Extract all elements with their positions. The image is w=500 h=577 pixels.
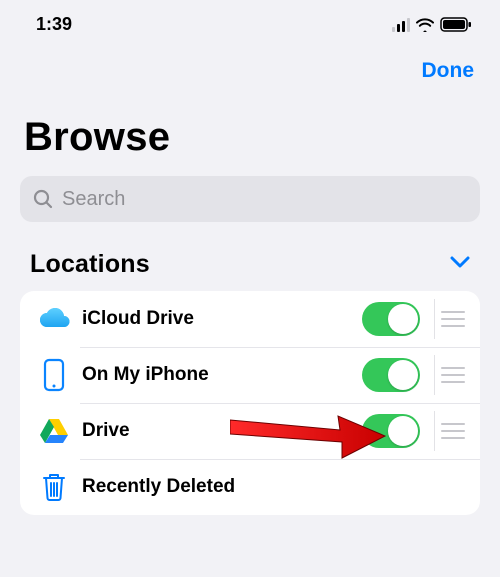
trash-icon	[32, 467, 76, 507]
location-row-recently-deleted[interactable]: Recently Deleted	[20, 459, 480, 515]
cellular-icon	[392, 18, 410, 32]
status-time: 1:39	[36, 14, 72, 35]
search-wrapper: Search	[0, 176, 500, 222]
toggle-drive[interactable]	[362, 414, 420, 448]
locations-list: iCloud Drive On My iPhone Drive	[20, 291, 480, 515]
cloud-icon	[32, 299, 76, 339]
toggle-icloud[interactable]	[362, 302, 420, 336]
nav-bar: Done	[0, 39, 500, 91]
google-drive-icon	[32, 411, 76, 451]
reorder-handle[interactable]	[434, 411, 470, 451]
search-input[interactable]: Search	[20, 176, 480, 222]
location-row-drive: Drive	[20, 403, 480, 459]
search-icon	[32, 188, 54, 210]
search-placeholder: Search	[62, 188, 125, 211]
row-label: Drive	[82, 420, 362, 442]
chevron-down-icon	[450, 255, 470, 274]
status-icons	[392, 17, 472, 33]
row-label: Recently Deleted	[82, 476, 470, 498]
done-button[interactable]: Done	[422, 59, 475, 83]
row-label: On My iPhone	[82, 364, 362, 386]
row-label: iCloud Drive	[82, 308, 362, 330]
iphone-icon	[32, 355, 76, 395]
reorder-handle[interactable]	[434, 355, 470, 395]
section-header[interactable]: Locations	[0, 222, 500, 291]
page-title: Browse	[0, 91, 500, 172]
wifi-icon	[416, 18, 434, 32]
toggle-on-my-iphone[interactable]	[362, 358, 420, 392]
section-title: Locations	[30, 250, 150, 279]
reorder-handle[interactable]	[434, 299, 470, 339]
battery-icon	[440, 17, 472, 33]
location-row-on-my-iphone: On My iPhone	[20, 347, 480, 403]
location-row-icloud: iCloud Drive	[20, 291, 480, 347]
status-bar: 1:39	[0, 0, 500, 39]
